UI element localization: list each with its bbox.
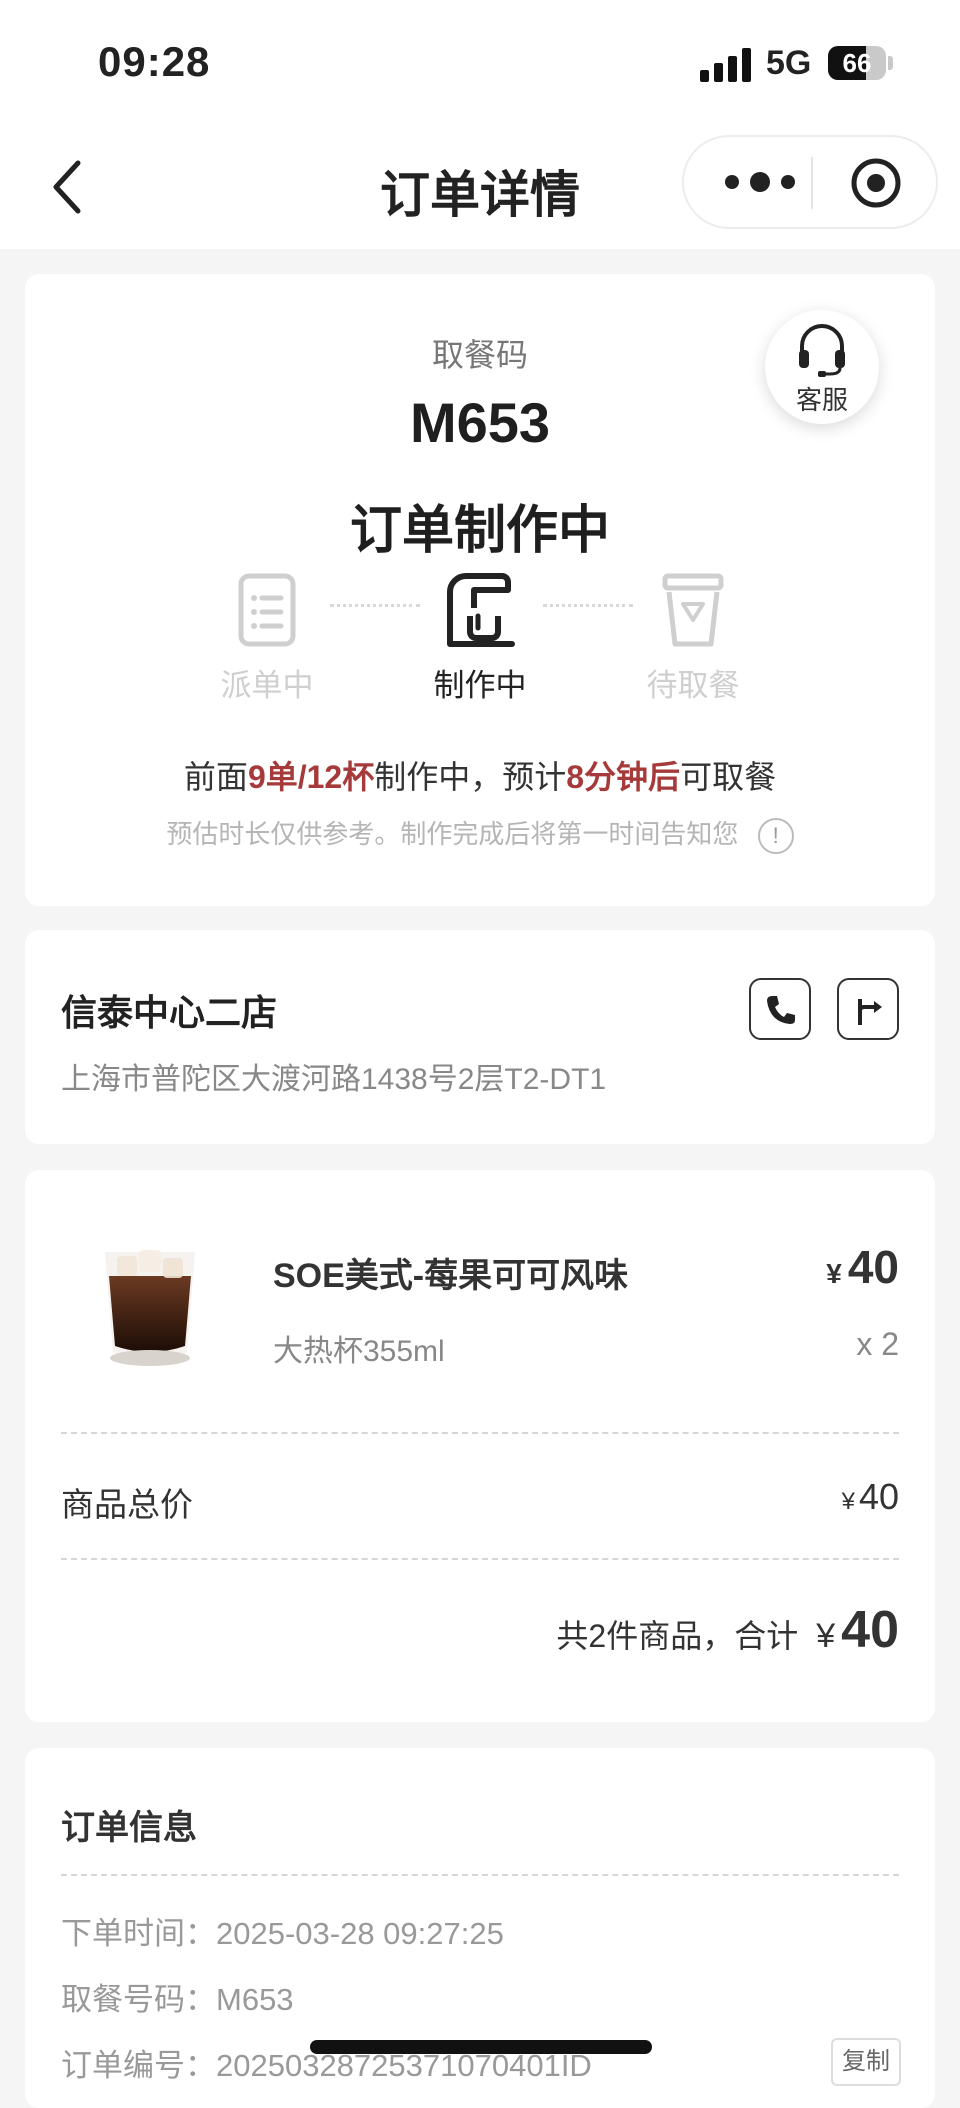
product-quantity: x 2: [856, 1326, 899, 1362]
subtotal-value: ¥40: [842, 1476, 899, 1518]
currency-symbol: ¥: [816, 1617, 836, 1655]
network-type: 5G: [766, 44, 812, 82]
product-name: SOE美式-莓果可可风味: [273, 1257, 629, 1295]
home-indicator: [310, 2040, 652, 2054]
order-time-label: 下单时间：: [61, 1916, 216, 1951]
pickup-number-row: 取餐号码：M653: [61, 1974, 294, 2019]
battery-level: 66: [842, 48, 872, 78]
status-bar: 09:28 5G 66: [0, 0, 960, 125]
capsule-divider: [811, 157, 813, 209]
product-card: SOE美式-莓果可可风味 大热杯355ml ¥40 x 2 商品总价 ¥40 共…: [25, 1170, 935, 1722]
order-info-card: 订单信息 下单时间：2025-03-28 09:27:25 取餐号码：M653 …: [25, 1748, 935, 2108]
phone-icon: [767, 996, 795, 1024]
nav-bar: 订单详情: [0, 125, 960, 249]
close-miniprogram-icon[interactable]: [850, 157, 902, 209]
pickup-number-label: 取餐号码：: [61, 1982, 216, 2017]
store-card: 信泰中心二店 上海市普陀区大渡河路1438号2层T2-DT1: [25, 930, 935, 1144]
store-name: 信泰中心二店: [61, 992, 278, 1033]
product-price: ¥40: [826, 1240, 899, 1294]
subtotal-label: 商品总价: [61, 1486, 193, 1523]
divider: [61, 1432, 899, 1434]
step-label: 派单中: [220, 668, 314, 703]
customer-service-button[interactable]: 客服: [765, 310, 879, 424]
total-text: 共2件商品，合计: [556, 1618, 799, 1654]
order-time-row: 下单时间：2025-03-28 09:27:25: [61, 1908, 504, 1953]
cup-icon: [662, 573, 724, 647]
cellular-signal-icon: [700, 48, 751, 82]
queue-prefix: 前面: [183, 759, 248, 795]
queue-suffix: 可取餐: [680, 759, 777, 795]
order-number-label: 订单编号：: [61, 2048, 216, 2083]
product-spec: 大热杯355ml: [273, 1335, 445, 1368]
mini-program-capsule: [682, 135, 938, 229]
total-amount: 40: [841, 1601, 899, 1659]
pickup-number-value: M653: [216, 1982, 294, 2017]
subtotal-amount: 40: [858, 1476, 899, 1517]
estimate-note: 预估时长仅供参考。制作完成后将第一时间告知您 !: [25, 814, 935, 855]
order-status-title: 订单制作中: [349, 502, 610, 560]
divider: [61, 1874, 899, 1876]
estimate-note-text: 预估时长仅供参考。制作完成后将第一时间告知您: [166, 819, 739, 849]
step-making: 制作中: [405, 570, 555, 705]
currency-symbol: ¥: [841, 1488, 855, 1515]
more-icon[interactable]: [720, 167, 800, 197]
queue-eta: 8分钟后: [566, 759, 681, 795]
navigation-icon: [858, 999, 882, 1025]
order-status-card: 取餐码 M653 订单制作中 客服 派单中 制作中 待取餐 前面9单/12杯制作…: [25, 274, 935, 906]
divider: [61, 1558, 899, 1560]
info-icon[interactable]: !: [757, 818, 794, 855]
order-info-title: 订单信息: [61, 1809, 197, 1847]
step-ready-pickup: 待取餐: [618, 570, 768, 705]
queue-mid: 制作中，预计: [374, 759, 567, 795]
queue-count: 9单/12杯: [247, 759, 375, 795]
currency-symbol: ¥: [826, 1258, 842, 1289]
call-store-button[interactable]: [749, 978, 811, 1040]
headset-icon: [799, 324, 845, 377]
product-price-value: 40: [847, 1241, 899, 1293]
step-label: 待取餐: [646, 668, 740, 703]
store-address: 上海市普陀区大渡河路1438号2层T2-DT1: [61, 1063, 607, 1096]
order-list-icon: [238, 573, 296, 647]
coffee-machine-icon: [447, 573, 515, 647]
order-total: 共2件商品，合计 ¥40: [556, 1600, 899, 1660]
battery-icon: 66: [828, 46, 886, 80]
step-label: 制作中: [433, 668, 527, 703]
queue-status: 前面9单/12杯制作中，预计8分钟后可取餐: [25, 752, 935, 798]
status-time: 09:28: [98, 38, 211, 85]
customer-service-label: 客服: [795, 385, 848, 415]
iced-coffee-image: [105, 1250, 195, 1366]
battery-tip: [888, 56, 893, 70]
step-dispatching: 派单中: [192, 570, 342, 705]
navigate-button[interactable]: [837, 978, 899, 1040]
order-time-value: 2025-03-28 09:27:25: [216, 1916, 504, 1951]
